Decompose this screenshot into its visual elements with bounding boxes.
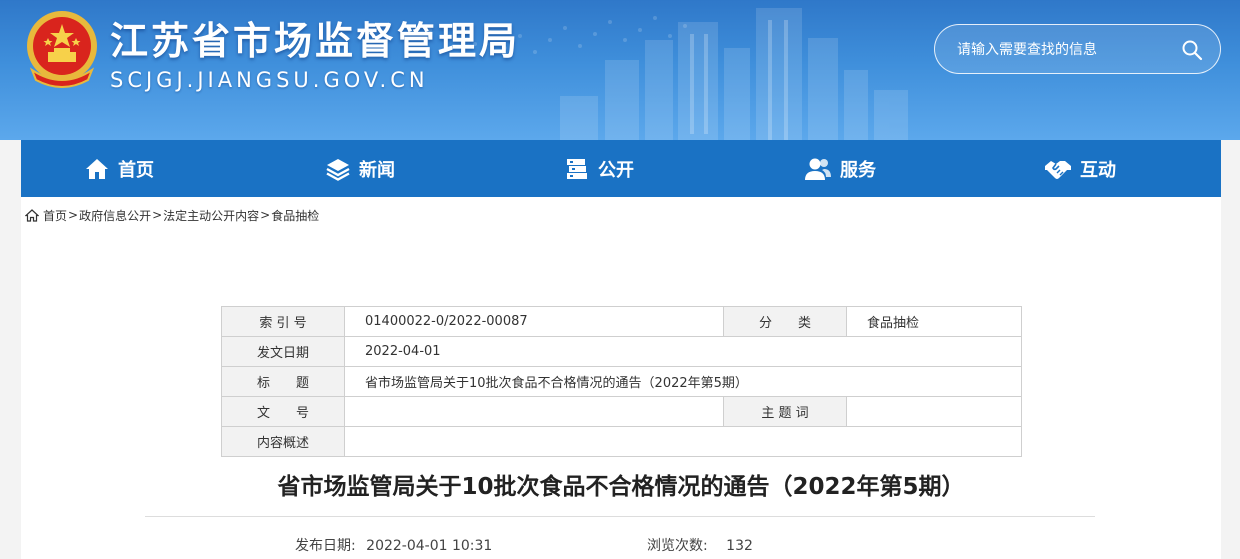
search-icon[interactable] [1181,39,1203,61]
breadcrumb-food-inspection[interactable]: 食品抽检 [271,207,319,224]
publish-date-label: 发布日期: [295,538,356,554]
breadcrumb-separator: > [152,208,163,222]
table-row: 内容概述 [221,426,1022,457]
site-title: 江苏省市场监督管理局 [110,19,521,63]
nav-item-label: 公开 [598,159,634,181]
title-label: 标 题 [221,366,345,397]
nav-item-public[interactable]: 公开 [564,140,634,197]
search-box [934,24,1221,74]
table-row: 索 引 号 01400022-0/2022-00087 分 类 食品抽检 [221,306,1022,337]
publish-date-value: 2022-04-01 10:31 [366,538,493,554]
table-row: 标 题 省市场监管局关于10批次食品不合格情况的通告（2022年第5期） [221,366,1022,397]
site-header: 江苏省市场监督管理局 SCJGJ.JIANGSU.GOV.CN [0,0,1240,140]
breadcrumb-gov-info[interactable]: 政府信息公开 [79,207,151,224]
category-value: 食品抽检 [846,306,1022,337]
doc-number-value [344,396,724,427]
date-label: 发文日期 [221,336,345,367]
users-icon [805,158,831,180]
breadcrumb: 首页 > 政府信息公开 > 法定主动公开内容 > 食品抽检 [25,207,319,223]
nav-item-label: 服务 [840,159,876,181]
layers-icon [326,158,350,181]
table-row: 文 号 主 题 词 [221,396,1022,427]
nav-item-home[interactable]: 首页 [84,140,154,197]
nav-item-label: 互动 [1080,159,1116,181]
nav-item-news[interactable]: 新闻 [325,140,395,197]
date-value: 2022-04-01 [344,336,1022,367]
title-value: 省市场监管局关于10批次食品不合格情况的通告（2022年第5期） [344,366,1022,397]
nav-item-interact[interactable]: 互动 [1044,140,1116,197]
index-value: 01400022-0/2022-00087 [344,306,724,337]
keywords-value [846,396,1022,427]
national-emblem-icon [27,11,97,88]
summary-label: 内容概述 [221,426,345,457]
view-count-label: 浏览次数: [647,538,708,554]
keywords-label: 主 题 词 [723,396,847,427]
table-row: 发文日期 2022-04-01 [221,336,1022,367]
nav-item-label: 新闻 [359,159,395,181]
breadcrumb-home[interactable]: 首页 [43,207,67,224]
publish-date: 发布日期: 2022-04-01 10:31 [295,535,492,555]
home-icon [25,208,39,222]
doc-number-label: 文 号 [221,396,345,427]
index-label: 索 引 号 [221,306,345,337]
breadcrumb-separator: > [260,208,271,222]
nav-item-service[interactable]: 服务 [804,140,876,197]
home-icon [86,158,108,179]
article-title: 省市场监管局关于10批次食品不合格情况的通告（2022年第5期） [277,474,965,500]
view-count-value: 132 [726,538,753,554]
document-meta-table: 索 引 号 01400022-0/2022-00087 分 类 食品抽检 发文日… [221,306,1022,457]
summary-value [344,426,1022,457]
breadcrumb-statutory[interactable]: 法定主动公开内容 [163,207,259,224]
divider [145,516,1095,517]
handshake-icon [1045,160,1071,179]
breadcrumb-separator: > [68,208,79,222]
main-nav: 首页 新闻 公开 服务 互动 [21,140,1221,197]
view-count: 浏览次数: 132 [647,535,753,555]
books-icon [567,158,587,179]
category-label: 分 类 [723,306,847,337]
content-panel: 首页 > 政府信息公开 > 法定主动公开内容 > 食品抽检 索 引 号 0140… [21,197,1221,559]
nav-item-label: 首页 [118,159,154,181]
site-url: SCJGJ.JIANGSU.GOV.CN [110,68,429,92]
search-input[interactable] [957,37,1167,63]
